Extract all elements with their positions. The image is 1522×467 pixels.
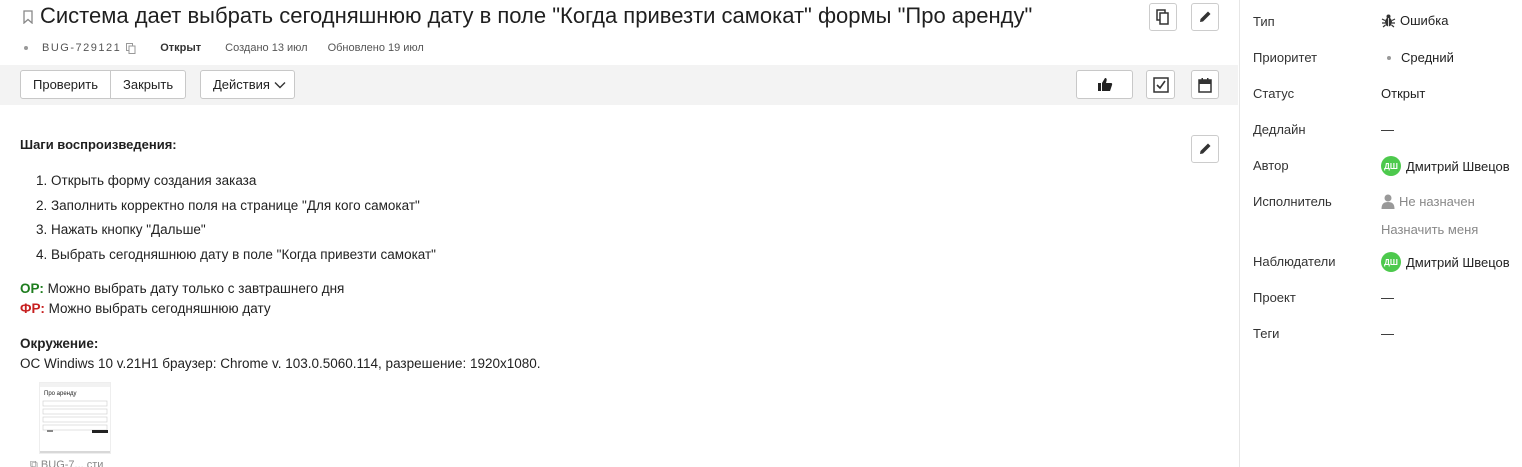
watchers-label: Наблюдатели [1253, 254, 1336, 269]
close-button[interactable]: Закрыть [110, 71, 185, 98]
step-item: 3. Нажать кнопку "Дальше" [36, 222, 206, 237]
like-button[interactable] [1076, 70, 1133, 99]
avatar: ДШ [1381, 252, 1401, 272]
actual-result: ФР: Можно выбрать сегодняшнюю дату [20, 301, 271, 316]
actual-text: Можно выбрать сегодняшнюю дату [44, 301, 271, 316]
checklist-button[interactable] [1146, 70, 1175, 99]
actions-dropdown[interactable]: Действия [200, 70, 295, 99]
step-item: 4. Выбрать сегодняшнюю дату в поле "Когд… [36, 246, 436, 262]
status-value[interactable]: Открыт [1381, 86, 1425, 101]
status-badge: Открыт [160, 42, 202, 54]
updated-date: Обновлено 19 июл [327, 42, 424, 54]
issue-key[interactable]: BUG-729121 [42, 42, 121, 54]
actual-label: ФР: [20, 301, 45, 316]
edit-description-button[interactable] [1191, 135, 1219, 163]
issue-sidebar: Тип Ошибка Приоритет Средний Статус Откр… [1239, 0, 1522, 467]
priority-text: Средний [1401, 50, 1454, 65]
attachment-thumbnail[interactable]: Про аренду [39, 382, 111, 454]
pencil-icon [1200, 143, 1211, 154]
watcher-name: Дмитрий Швецов [1406, 254, 1510, 270]
thumbs-up-icon [1097, 78, 1112, 91]
issue-main: Система дает выбрать сегодняшнюю дату в … [0, 0, 1238, 467]
bookmark-icon[interactable] [22, 10, 34, 24]
attachment-name: BUG-7... сти [40, 459, 104, 467]
project-label: Проект [1253, 290, 1296, 305]
assignee-label: Исполнитель [1253, 194, 1332, 209]
environment-text: ОС Windiws 10 v.21H1 браузер: Chrome v. … [20, 356, 541, 371]
attachment-icon: ⧉ [30, 459, 38, 467]
attachment-caption[interactable]: ⧉ BUG-7... сти [30, 459, 103, 467]
chevron-down-icon [274, 81, 286, 88]
project-value[interactable]: — [1381, 290, 1394, 305]
issue-title: Система дает выбрать сегодняшнюю дату в … [40, 3, 1033, 28]
bug-icon [1381, 14, 1396, 28]
status-label: Статус [1253, 86, 1295, 101]
type-text: Ошибка [1400, 13, 1449, 28]
check-button[interactable]: Проверить [21, 71, 110, 98]
actions-label: Действия [213, 77, 270, 92]
step-item: 1. Открыть форму создания заказа [36, 173, 257, 188]
calendar-button[interactable] [1191, 70, 1219, 99]
author-value[interactable]: ДШ Дмитрий Швецов [1381, 156, 1510, 176]
expected-result: ОР: Можно выбрать дату только с завтрашн… [20, 281, 344, 296]
priority-value[interactable]: Средний [1381, 50, 1454, 65]
edit-title-button[interactable] [1191, 3, 1219, 31]
watchers-value[interactable]: ДШ Дмитрий Швецов [1381, 252, 1510, 272]
environment-heading: Окружение: [20, 336, 99, 351]
priority-dot [1387, 55, 1391, 60]
copy-link-button[interactable] [1149, 3, 1177, 31]
pencil-icon [1200, 11, 1211, 22]
type-value[interactable]: Ошибка [1381, 13, 1448, 28]
meta-dot [24, 46, 28, 50]
priority-label: Приоритет [1253, 50, 1318, 65]
thumbnail-title: Про аренду [44, 391, 77, 397]
type-label: Тип [1253, 14, 1275, 29]
created-date: Создано 13 июл [225, 42, 308, 54]
author-name: Дмитрий Швецов [1406, 158, 1510, 174]
assignee-value[interactable]: Не назначен [1381, 194, 1475, 209]
deadline-label: Дедлайн [1253, 122, 1306, 137]
avatar: ДШ [1381, 156, 1401, 176]
user-icon [1381, 194, 1395, 209]
calendar-icon [1198, 77, 1212, 93]
tags-value[interactable]: — [1381, 326, 1394, 341]
step-item: 2. Заполнить корректно поля на странице … [36, 197, 420, 213]
steps-list: 1. Открыть форму создания заказа 2. Запо… [36, 172, 436, 270]
author-label: Автор [1253, 158, 1289, 173]
issue-meta: BUG-729121 Открыт Создано 13 июл Обновле… [24, 40, 444, 56]
checkbox-icon [1152, 76, 1169, 93]
copy-icon [1156, 9, 1169, 25]
copy-icon[interactable] [126, 42, 136, 54]
assignee-text: Не назначен [1399, 194, 1475, 209]
deadline-value[interactable]: — [1381, 122, 1394, 137]
expected-text: Можно выбрать дату только с завтрашнего … [43, 281, 345, 296]
steps-heading: Шаги воспроизведения: [20, 137, 177, 152]
status-button-group: Проверить Закрыть [20, 70, 187, 99]
assign-me-link[interactable]: Назначить меня [1381, 222, 1478, 237]
tags-label: Теги [1253, 326, 1280, 341]
expected-label: ОР: [20, 281, 44, 296]
action-toolbar: Проверить Закрыть Действия [0, 65, 1238, 105]
